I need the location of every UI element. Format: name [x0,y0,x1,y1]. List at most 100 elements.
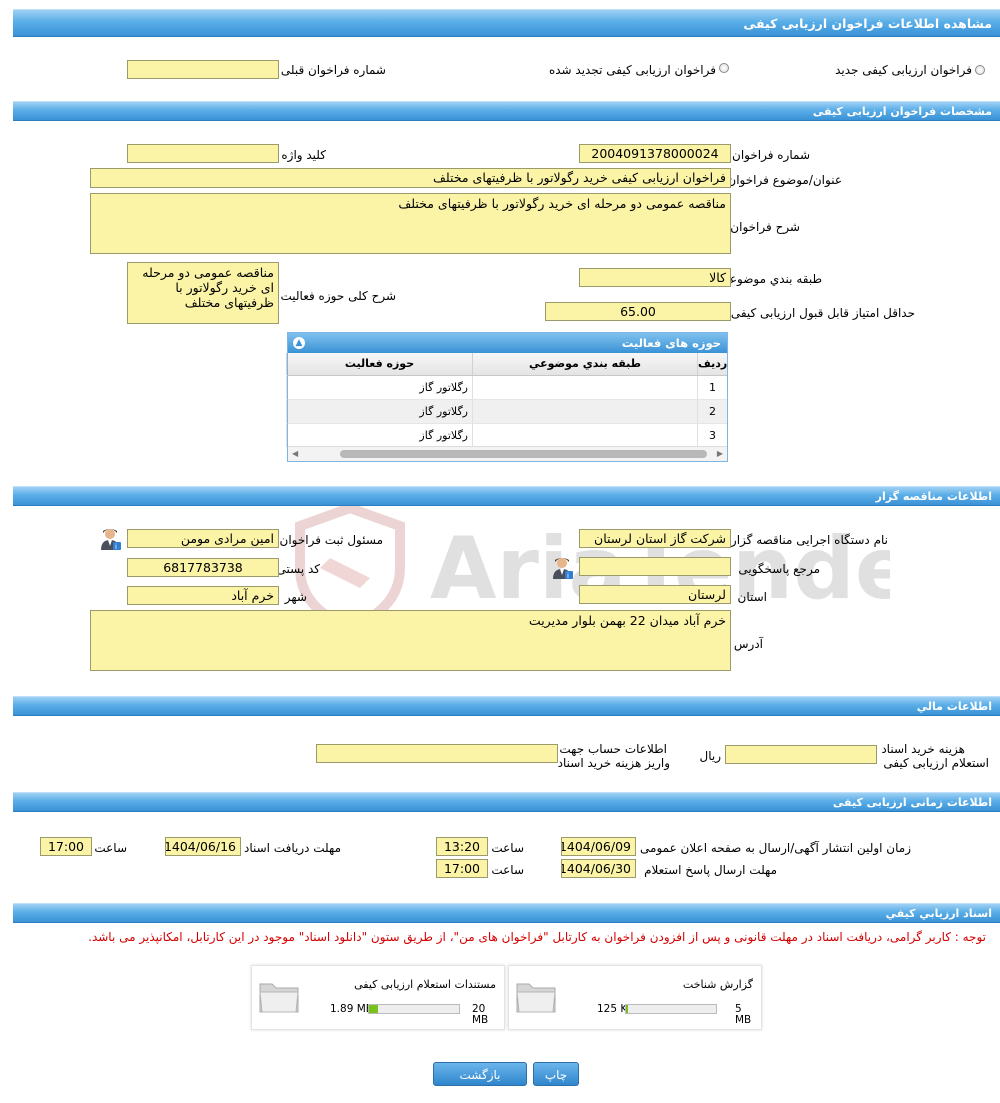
section-documents: اسناد ارزيابي كيفي [13,903,1000,923]
file-title: مستندات استعلام ارزیابی کیفی [354,978,496,991]
cell-category [472,400,697,423]
keyword-label: کلید واژه [281,148,326,162]
column-header-category[interactable]: طبقه بندي موضوعي [472,353,697,375]
section-organizer: اطلاعات مناقصه گزار [13,486,1000,506]
city-label: شهر [284,590,307,604]
call-number-field[interactable]: 2004091378000024 [579,144,731,163]
file-card-report[interactable]: گزارش شناخت 125 KB 5 MB [508,965,762,1030]
category-field[interactable]: کالا [579,268,731,287]
file-title: گزارش شناخت [682,978,753,991]
svg-text:i: i [115,543,117,551]
file-size: 1.89 MB [330,1003,373,1015]
reference-label: مرجع پاسخگویی [738,562,820,576]
postal-code-field[interactable]: 6817783738 [127,558,279,577]
file-progress-bar [625,1004,717,1014]
section-timing: اطلاعات زمانی ارزیابی کیفی [13,792,1000,812]
radio-new-call[interactable] [975,65,985,75]
org-name-field[interactable]: شرکت گاز استان لرستان [579,529,731,548]
radio-renewed-call[interactable] [719,63,729,73]
horizontal-scrollbar[interactable]: ◀ ▶ [288,446,727,461]
activity-grid-header: حوزه های فعالیت ▲ [288,333,727,353]
activity-grid: حوزه های فعالیت ▲ رديف طبقه بندي موضوعي … [286,332,728,462]
page-header: مشاهده اطلاعات فراخوان ارزیابی کیفی [13,9,1000,37]
account-label-line2: واریز هزینه خرید اسناد [557,756,670,770]
publish-hour-label: ساعت [491,841,524,855]
activity-grid-title: حوزه های فعالیت [621,336,721,350]
cell-row-number: 2 [697,400,727,423]
table-row[interactable]: 2 رگلاتور گاز [286,400,727,424]
column-header-row[interactable]: رديف [697,353,727,375]
category-label: طبقه بندي موضوعي [719,272,822,286]
folder-icon [516,983,556,1013]
section-financial-title: اطلاعات مالي [916,700,992,713]
reply-hour-label: ساعت [491,863,524,877]
min-score-field[interactable]: 65.00 [545,302,731,321]
table-row[interactable]: 3 رگلاتور گاز [286,424,727,448]
fee-label-line1: هزینه خرید اسناد [881,742,965,756]
cell-category [472,376,697,399]
registrar-user-icon[interactable]: i [100,527,122,551]
file-max-size: 5 MB [735,1003,752,1026]
file-card-documents[interactable]: مستندات استعلام ارزیابی کیفی 1.89 MB 20 … [251,965,505,1030]
scrollbar-thumb[interactable] [340,450,707,458]
fee-field[interactable] [725,745,877,764]
publish-time-label: زمان اولین انتشار آگهی/ارسال به صفحه اعل… [640,841,911,855]
cell-category [472,424,697,447]
receive-hour-field[interactable]: 17:00 [40,837,92,856]
reference-user-icon[interactable]: i [552,556,574,580]
section-specs-title: مشخصات فراخوان ارزیابی کیفی [812,105,992,118]
scroll-left-icon[interactable]: ◀ [292,449,298,458]
city-field[interactable]: خرم آباد [127,586,279,605]
activity-desc-field[interactable]: مناقصه عمومی دو مرحله ای خرید رگولاتور ب… [127,262,279,324]
address-label: آدرس [733,637,763,651]
radio-new-label: فراخوان ارزیابی کیفی جدید [835,63,972,77]
address-field[interactable]: خرم آباد میدان 22 بهمن بلوار مدیریت [90,610,731,671]
description-field[interactable]: مناقصه عمومی دو مرحله ای خرید رگولاتور ب… [90,193,731,254]
page-title: مشاهده اطلاعات فراخوان ارزیابی کیفی [743,16,992,31]
province-field[interactable]: لرستان [579,585,731,604]
reference-field[interactable] [579,557,731,576]
file-progress-bar [368,1004,460,1014]
column-header-activity[interactable]: حوزه فعالیت [286,353,472,375]
file-progress-fill [626,1005,629,1013]
activity-desc-label: شرح کلی حوزه فعالیت [280,289,397,303]
previous-number-field[interactable] [127,60,279,79]
previous-number-label: شماره فراخوان قبلی [280,63,386,77]
currency-label: ریال [699,749,721,763]
cell-row-number: 3 [697,424,727,447]
reply-hour-field[interactable]: 17:00 [436,859,488,878]
section-specs: مشخصات فراخوان ارزیابی کیفی [13,101,1000,121]
keyword-field[interactable] [127,144,279,163]
account-label-line1: اطلاعات حساب جهت [559,742,667,756]
min-score-label: حداقل امتیاز قابل قبول ارزیابی کیفی [730,306,915,320]
reply-date-field[interactable]: 1404/06/30 [561,859,636,878]
call-number-label: شماره فراخوان [732,148,810,162]
registrar-field[interactable]: امین مرادی مومن [127,529,279,548]
documents-note: توجه : کاربر گرامی، دریافت اسناد در مهلت… [88,930,986,944]
section-financial: اطلاعات مالي [13,696,1000,716]
description-label: شرح فراخوان [730,220,800,234]
file-max-size: 20 MB [472,1003,489,1026]
fee-label-line2: استعلام ارزیابی کیفی [883,756,989,770]
receive-hour-label: ساعت [94,841,127,855]
publish-hour-field[interactable]: 13:20 [436,837,488,856]
table-row[interactable]: 1 رگلاتور گاز [286,376,727,400]
account-field[interactable] [316,744,558,763]
section-documents-title: اسناد ارزيابي كيفي [885,907,992,920]
radio-renewed-label: فراخوان ارزیابی کیفی تجدید شده [548,63,716,77]
cell-row-number: 1 [697,376,727,399]
section-timing-title: اطلاعات زمانی ارزیابی کیفی [832,796,992,809]
subject-label: عنوان/موضوع فراخوان [727,173,842,187]
receive-date-field[interactable]: 1404/06/16 [165,837,241,856]
registrar-label: مسئول ثبت فراخوان [279,533,384,547]
reply-deadline-label: مهلت ارسال پاسخ استعلام [644,863,777,877]
grid-column-headers: رديف طبقه بندي موضوعي حوزه فعالیت [286,353,727,376]
collapse-icon[interactable]: ▲ [293,337,305,349]
print-button[interactable]: چاپ [533,1062,579,1086]
org-name-label: نام دستگاه اجرایی مناقصه گزار [730,533,888,547]
publish-date-field[interactable]: 1404/06/09 [561,837,636,856]
scroll-right-icon[interactable]: ▶ [717,449,723,458]
subject-field[interactable]: فراخوان ارزیابی کیفی خرید رگولاتور با ظر… [90,168,731,188]
folder-icon [259,983,299,1013]
back-button[interactable]: بازگشت [433,1062,527,1086]
